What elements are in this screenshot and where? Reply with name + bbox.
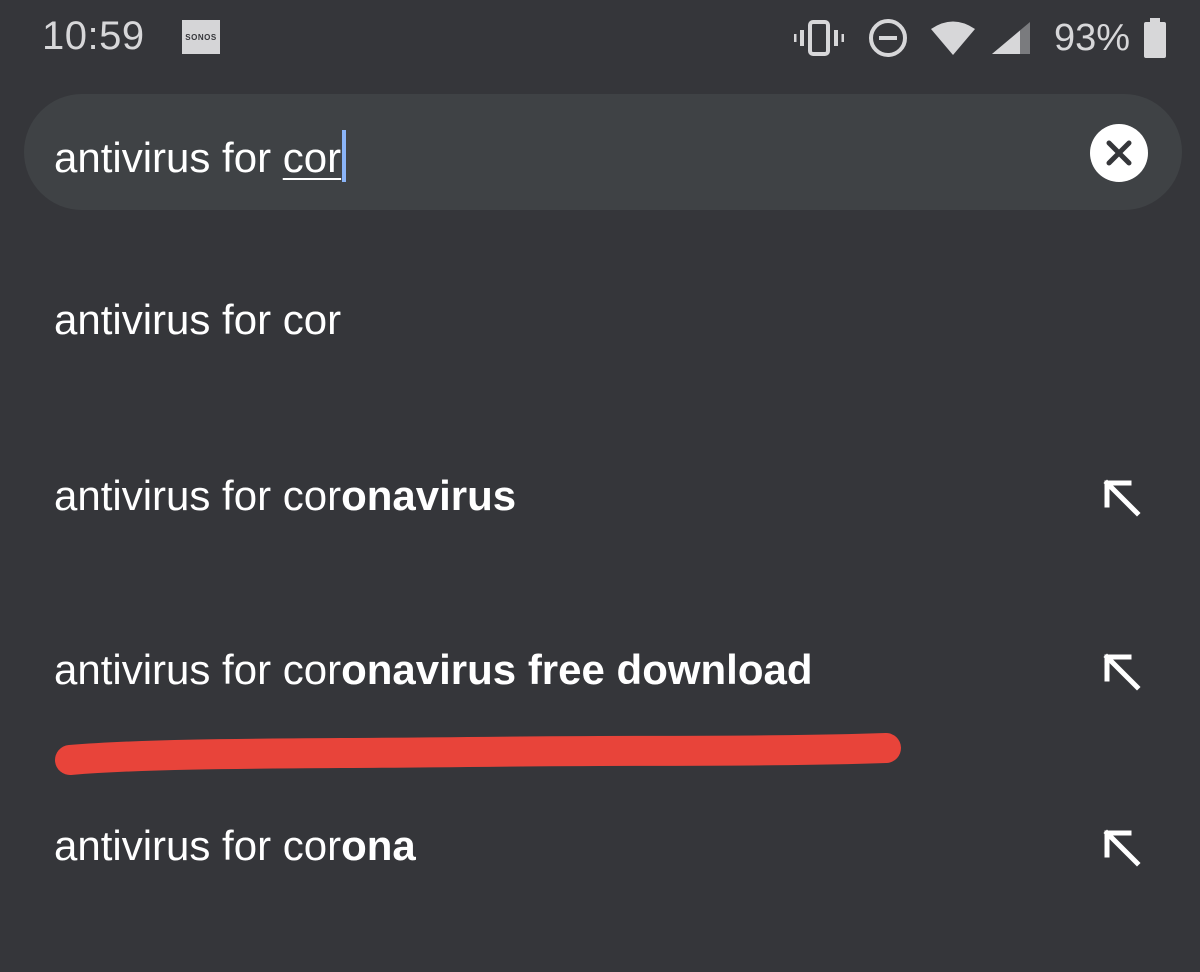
status-bar: 10:59 SONOS 93% [0, 0, 1200, 78]
suggestion-text: antivirus for cor [54, 296, 341, 344]
suggestion-text: antivirus for coronavirus free download [54, 646, 813, 694]
red-underline-annotation [55, 733, 901, 775]
screen: 10:59 SONOS 93% antivirus for cor antivi… [0, 0, 1200, 972]
status-clock: 10:59 [42, 14, 145, 58]
status-icons: 93% [793, 12, 1166, 64]
fill-query-button[interactable] [1100, 826, 1144, 870]
suggestion-text-normal: antivirus for cor [54, 472, 342, 519]
suggestion-text-completion: ona [341, 822, 416, 869]
suggestion-text: antivirus for corona [54, 822, 416, 870]
arrow-up-left-icon [1103, 653, 1141, 691]
suggestion-text-normal: antivirus for cor [54, 296, 342, 343]
fill-query-button[interactable] [1100, 476, 1144, 520]
arrow-up-left-icon [1103, 829, 1141, 867]
vibrate-icon [793, 18, 844, 58]
clear-search-button[interactable] [1090, 124, 1148, 182]
suggestion-item[interactable]: antivirus for cor [0, 260, 1200, 380]
search-input[interactable]: antivirus for cor [54, 130, 347, 182]
suggestion-text-completion: onavirus free download [341, 646, 813, 693]
suggestion-item[interactable]: antivirus for coronavirus free download [0, 610, 1200, 730]
text-caret [342, 130, 347, 182]
suggestion-text-normal: antivirus for cor [54, 822, 342, 869]
search-input-prefix: antivirus for [54, 134, 283, 181]
close-icon [1106, 140, 1132, 166]
cell-signal-icon [990, 20, 1032, 56]
fill-query-button[interactable] [1100, 650, 1144, 694]
suggestion-text-normal: antivirus for cor [54, 646, 342, 693]
search-input-composing-text: cor [282, 134, 342, 181]
do-not-disturb-icon [868, 18, 908, 58]
suggestion-text-completion: onavirus [341, 472, 517, 519]
suggestion-item[interactable]: antivirus for coronavirus [0, 436, 1200, 556]
battery-percent: 93% [1053, 16, 1130, 59]
sonos-notification-icon: SONOS [182, 20, 220, 54]
suggestion-item[interactable]: antivirus for corona [0, 786, 1200, 906]
arrow-up-left-icon [1103, 479, 1141, 517]
wifi-icon [930, 20, 976, 56]
battery-icon [1144, 18, 1166, 58]
search-box[interactable]: antivirus for cor [24, 94, 1182, 210]
suggestion-text: antivirus for coronavirus [54, 472, 516, 520]
